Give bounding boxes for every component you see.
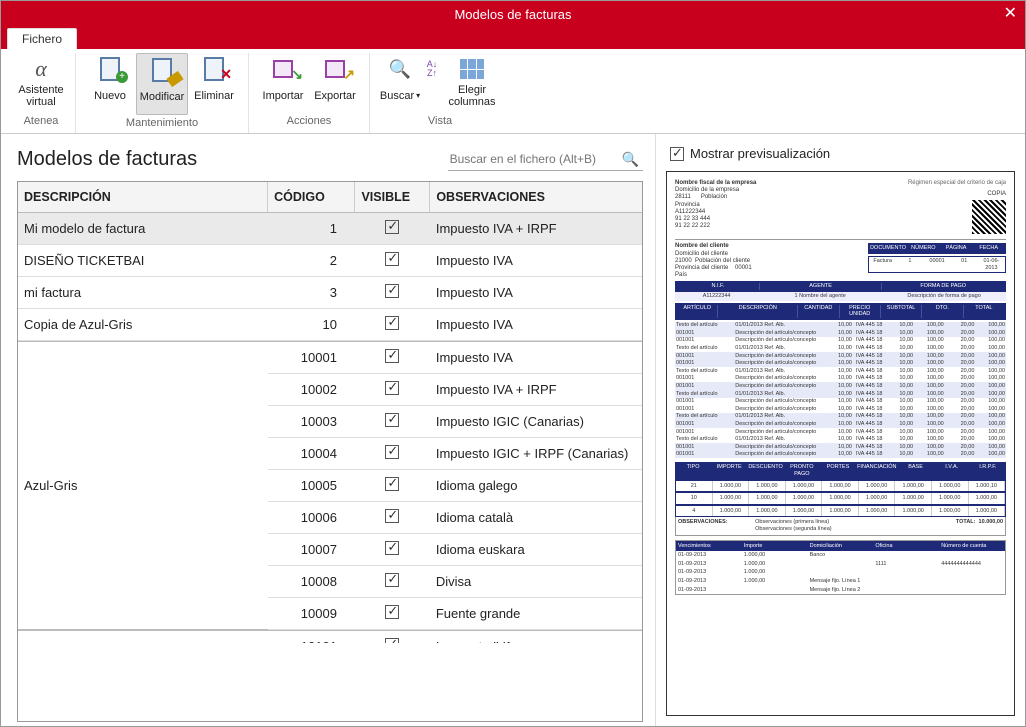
models-table[interactable]: DESCRIPCIÓN CÓDIGO VISIBLE OBSERVACIONES… [17,181,643,722]
ribbon: α Asistente virtual Atenea + Nuevo Modif… [1,49,1025,134]
group-label-vista: Vista [428,113,452,131]
search-field[interactable]: 🔍 [448,148,643,171]
binoculars-icon: 🔍 [389,59,411,80]
titlebar: Modelos de facturas ✕ [1,1,1025,27]
qr-icon [972,200,1006,234]
assistant-button[interactable]: α Asistente virtual [15,53,67,113]
group-label-atenea: Atenea [24,113,59,131]
table-row[interactable]: DISEÑO TICKETBAI2Impuesto IVA [18,245,642,277]
table-row[interactable]: 10004Impuesto IGIC + IRPF (Canarias) [18,438,642,470]
window-title: Modelos de facturas [454,7,571,22]
modificar-button[interactable]: Modificar [136,53,188,115]
invoice-preview: Nombre fiscal de la empresa Domicilio de… [666,171,1015,716]
checkbox-icon[interactable] [385,413,399,427]
table-row[interactable]: 10008Divisa [18,566,642,598]
chevron-down-icon: ▾ [416,92,420,101]
ribbon-group-vista: 🔍 Buscar▾ A↓Z↑ Elegir columnas Vista [370,53,510,133]
disk-icon [273,60,293,78]
col-codigo[interactable]: CÓDIGO [268,182,355,213]
checkbox-icon[interactable] [385,349,399,363]
pv-company-name: Nombre fiscal de la empresa [675,180,756,187]
pv-client-name: Nombre del cliente [675,243,868,250]
nuevo-button[interactable]: + Nuevo [84,53,136,115]
ribbon-group-atenea: α Asistente virtual Atenea [7,53,76,133]
table-row[interactable]: 10006Idioma català [18,502,642,534]
checkbox-icon[interactable] [385,316,399,330]
disk-icon [325,60,345,78]
table-row[interactable]: 10003Impuesto IGIC (Canarias) [18,406,642,438]
checkbox-icon[interactable] [385,541,399,555]
arrow-out-icon: ↗ [343,66,355,83]
table-row[interactable]: Copia de Azul-Gris10Impuesto IVA [18,309,642,341]
page-title: Modelos de facturas [17,148,197,171]
checkbox-icon[interactable] [385,605,399,619]
group-label-acciones: Acciones [287,113,332,131]
checkbox-icon[interactable] [670,147,684,161]
ribbon-group-mantenimiento: + Nuevo Modificar ✕ Eliminar Mantenimien… [76,53,249,133]
checkbox-icon[interactable] [385,220,399,234]
table-row[interactable]: 10101Impuesto IVA [18,630,642,643]
checkbox-icon[interactable] [385,445,399,459]
search-input[interactable] [448,148,618,170]
col-observaciones[interactable]: OBSERVACIONES [430,182,642,213]
table-row[interactable]: 10007Idioma euskara [18,534,642,566]
checkbox-icon[interactable] [385,573,399,587]
checkbox-icon[interactable] [385,284,399,298]
table-row[interactable]: 10001Impuesto IVA [18,341,642,374]
checkbox-icon[interactable] [385,477,399,491]
checkbox-icon[interactable] [385,381,399,395]
sort-button[interactable]: A↓Z↑ [422,53,442,113]
table-row[interactable]: mi factura3Impuesto IVA [18,277,642,309]
tab-fichero[interactable]: Fichero [7,28,77,49]
table-row[interactable]: Azul-Gris10005Idioma galego [18,470,642,502]
group-label-mantenimiento: Mantenimiento [126,115,198,133]
checkbox-icon[interactable] [385,252,399,266]
buscar-button[interactable]: 🔍 Buscar▾ [378,53,422,113]
checkbox-icon[interactable] [385,638,399,643]
x-icon: ✕ [220,66,232,83]
arrow-in-icon: ↘ [291,66,303,83]
search-icon[interactable]: 🔍 [618,151,643,168]
ribbon-tabstrip: Fichero [1,27,1025,49]
col-descripcion[interactable]: DESCRIPCIÓN [18,182,268,213]
columns-icon [460,59,484,79]
table-row[interactable]: 10002Impuesto IVA + IRPF [18,374,642,406]
preview-toggle[interactable]: Mostrar previsualización [670,146,1015,161]
elegir-columnas-button[interactable]: Elegir columnas [442,53,502,113]
plus-icon: + [116,71,128,83]
importar-button[interactable]: ↘ Importar [257,53,309,113]
eliminar-button[interactable]: ✕ Eliminar [188,53,240,115]
table-row[interactable]: 10009Fuente grande [18,598,642,630]
ribbon-group-acciones: ↘ Importar ↗ Exportar Acciones [249,53,370,133]
col-visible[interactable]: VISIBLE [355,182,430,213]
close-icon[interactable]: ✕ [1004,3,1017,23]
alpha-icon: α [35,56,47,82]
exportar-button[interactable]: ↗ Exportar [309,53,361,113]
table-row[interactable]: Mi modelo de factura1Impuesto IVA + IRPF [18,213,642,245]
checkbox-icon[interactable] [385,509,399,523]
